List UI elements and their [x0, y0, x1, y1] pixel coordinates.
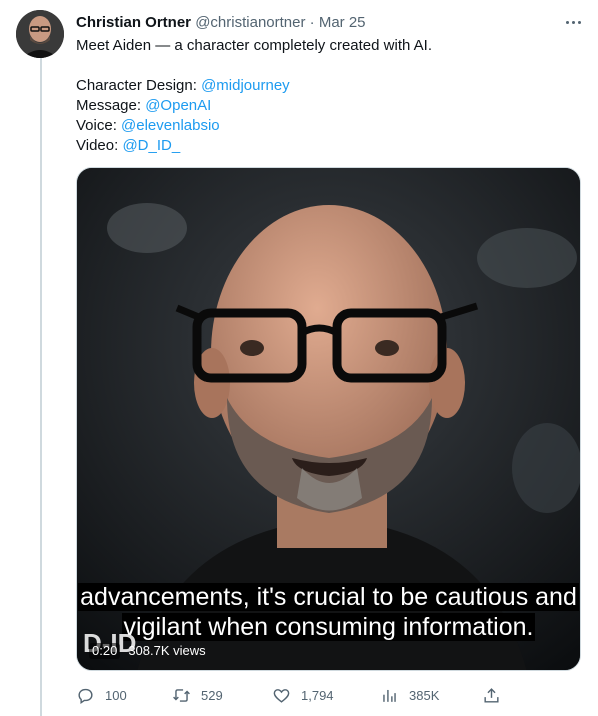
- author-handle[interactable]: @christianortner: [195, 14, 305, 31]
- tweet-text: Meet Aiden — a character completely crea…: [76, 36, 576, 156]
- credit-label: Character Design:: [76, 77, 202, 94]
- tweet-actions: 100 529 1,794 385K: [76, 683, 506, 707]
- mention-link[interactable]: @midjourney: [201, 77, 290, 94]
- credit-line: Character Design: @midjourney: [76, 76, 576, 96]
- mention-link[interactable]: @OpenAI: [145, 97, 211, 114]
- video-info: 0:20 308.7K views: [89, 643, 206, 659]
- share-button[interactable]: [482, 683, 501, 707]
- credit-label: Message:: [76, 97, 146, 114]
- video-caption-line: advancements, it's crucial to be cautiou…: [78, 583, 579, 611]
- video-view-count: 308.7K views: [128, 643, 206, 658]
- thread-line: [40, 52, 42, 716]
- avatar[interactable]: [16, 10, 64, 58]
- author-name[interactable]: Christian Ortner: [76, 14, 191, 31]
- mention-link[interactable]: @D_ID_: [122, 137, 180, 154]
- analytics-count: 385K: [409, 687, 440, 703]
- retweet-icon: [173, 688, 190, 702]
- reply-count: 100: [105, 687, 127, 703]
- analytics-button[interactable]: 385K: [380, 683, 439, 707]
- like-count: 1,794: [301, 687, 334, 703]
- credit-line: Video: @D_ID_: [76, 136, 576, 156]
- reply-button[interactable]: 100: [76, 683, 127, 707]
- credit-label: Voice:: [76, 117, 122, 134]
- tweet-intro: Meet Aiden — a character completely crea…: [76, 37, 433, 54]
- video-caption-line: vigilant when consuming information.: [121, 613, 536, 641]
- separator-dot: ·: [309, 14, 315, 31]
- share-upload-icon: [484, 687, 499, 703]
- like-button[interactable]: 1,794: [272, 683, 334, 707]
- heart-icon: [273, 688, 290, 703]
- retweet-count: 529: [201, 687, 223, 703]
- credit-line: Voice: @elevenlabsio: [76, 116, 576, 136]
- reply-bubble-icon: [78, 688, 93, 704]
- tweet-header: Christian Ortner @christianortner · Mar …: [76, 13, 366, 33]
- mention-link[interactable]: @elevenlabsio: [121, 117, 220, 134]
- video-player[interactable]: advancements, it's crucial to be cautiou…: [76, 167, 581, 671]
- credit-label: Video:: [76, 137, 123, 154]
- retweet-button[interactable]: 529: [172, 683, 223, 707]
- bar-chart-icon: [383, 689, 396, 702]
- tweet-date[interactable]: Mar 25: [319, 14, 366, 31]
- video-timestamp: 0:20: [89, 643, 121, 659]
- more-horizontal-icon[interactable]: [560, 14, 586, 30]
- credit-line: Message: @OpenAI: [76, 96, 576, 116]
